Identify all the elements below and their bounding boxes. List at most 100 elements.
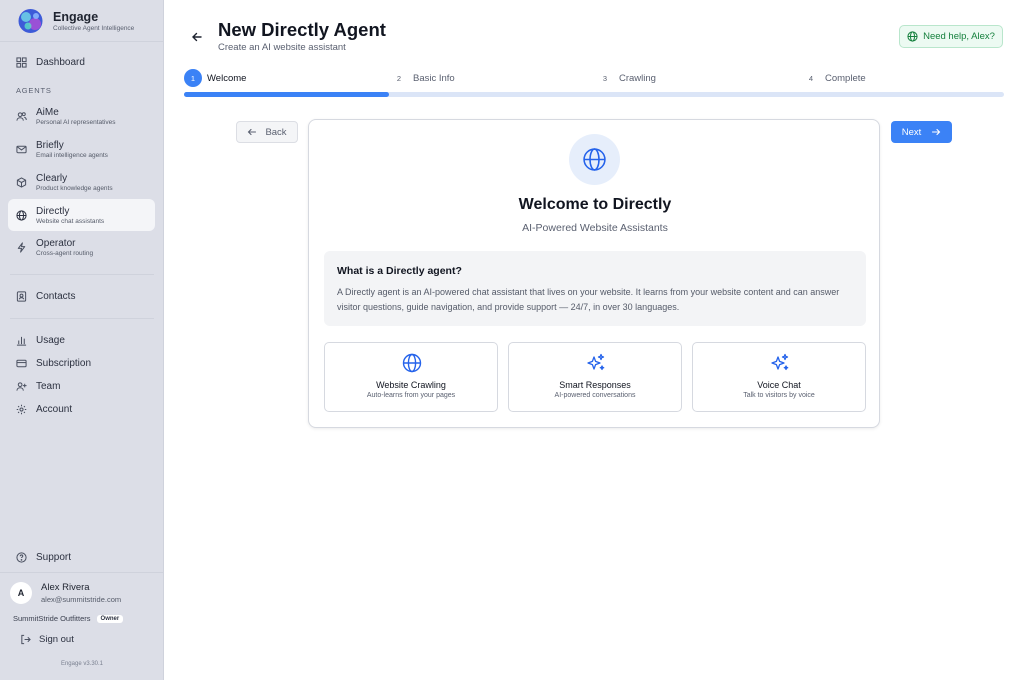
sign-out-button[interactable]: Sign out [20,634,74,645]
sparkles-icon [586,353,606,373]
nav-aime-sub: Personal AI representatives [36,118,116,126]
user-email: alex@summitstride.com [41,595,122,604]
avatar: A [10,582,32,604]
progress-fill [184,92,389,97]
card-subtitle: AI-Powered Website Assistants [522,222,668,234]
divider [0,41,164,42]
globe-icon [16,209,27,221]
org-name: SummitStride Outfitters [13,614,91,623]
brand-tagline: Collective Agent Intelligence [53,25,135,32]
step-number: 3 [602,73,608,83]
globe-icon [907,31,918,42]
feature-sub: Talk to visitors by voice [743,392,815,399]
nav-subscription[interactable]: Subscription [8,355,155,372]
nav-directly-sub: Website chat assistants [36,217,105,225]
help-button[interactable]: Need help, Alex? [899,25,1003,48]
user-name: Alex Rivera [41,582,90,593]
feature-title: Website Crawling [376,380,446,390]
user-plus-icon [16,381,27,392]
nav-directly[interactable]: Directly Website chat assistants [8,199,155,231]
nav-team[interactable]: Team [8,378,155,395]
step-number: 1 [184,69,202,87]
sidebar: Engage Collective Agent Intelligence Das… [0,0,164,680]
nav-dashboard[interactable]: Dashboard [8,54,155,71]
mail-icon [16,144,27,155]
user-profile[interactable]: A Alex Rivera alex@summitstride.com [10,582,121,604]
nav-operator-sub: Cross-agent routing [36,249,94,257]
nav-contacts[interactable]: Contacts [8,288,155,305]
nav-briefly[interactable]: Briefly Email intelligence agents [8,135,155,163]
page-title: New Directly Agent [218,19,386,40]
nav-aime-label: AiMe [36,106,59,118]
step-crawling: 3 Crawling [596,69,656,87]
info-title: What is a Directly agent? [337,265,462,277]
step-label: Complete [825,72,866,84]
step-number: 2 [396,73,402,83]
back-button[interactable]: Back [236,121,298,143]
arrow-left-icon [248,128,257,136]
feature-voice-chat: Voice Chat Talk to visitors by voice [692,342,866,412]
nav-team-label: Team [36,381,61,392]
arrow-right-icon [932,128,941,136]
nav-clearly[interactable]: Clearly Product knowledge agents [8,168,155,196]
feature-title: Smart Responses [559,380,631,390]
divider [10,274,154,275]
role-badge: Owner [96,614,124,623]
box-icon [16,176,27,188]
divider [0,572,164,573]
bar-chart-icon [16,335,27,346]
log-out-icon [20,634,31,645]
credit-card-icon [16,358,27,369]
card-title: Welcome to Directly [518,196,672,213]
contacts-icon [16,291,27,302]
step-basic-info: 2 Basic Info [390,69,455,87]
nav-account[interactable]: Account [8,401,155,418]
nav-aime[interactable]: AiMe Personal AI representatives [8,102,155,130]
feature-website-crawling: Website Crawling Auto-learns from your p… [324,342,498,412]
sparkles-icon [770,353,790,373]
step-number: 4 [808,73,814,83]
nav-support[interactable]: Support [8,549,155,566]
step-label: Crawling [619,72,656,84]
gear-icon [16,404,27,415]
dashboard-icon [16,57,27,68]
step-welcome: 1 Welcome [184,69,246,87]
nav-dashboard-label: Dashboard [36,57,85,68]
info-box: What is a Directly agent? A Directly age… [324,251,866,326]
info-body: A Directly agent is an AI-powered chat a… [337,287,840,312]
brand[interactable]: Engage Collective Agent Intelligence [16,8,134,34]
step-label: Welcome [207,72,247,84]
nav-support-label: Support [36,552,72,563]
nav-operator[interactable]: Operator Cross-agent routing [8,233,155,261]
brand-name: Engage [53,10,99,24]
brand-logo-icon [18,9,43,33]
sign-out-label: Sign out [39,634,74,645]
hero-globe-icon [569,134,620,185]
lightning-icon [16,241,27,253]
nav-clearly-sub: Product knowledge agents [36,184,113,192]
step-label: Basic Info [413,72,455,84]
nav-account-label: Account [36,404,73,415]
header-back-button[interactable] [190,30,204,44]
next-button[interactable]: Next [891,121,952,143]
version-label: Engage v3.30.1 [60,661,104,667]
nav-usage[interactable]: Usage [8,332,155,349]
users-icon [16,111,27,122]
divider [10,318,154,319]
nav-contacts-label: Contacts [36,291,76,302]
welcome-card: Welcome to Directly AI-Powered Website A… [308,119,880,428]
nav-briefly-label: Briefly [36,139,64,151]
help-circle-icon [16,552,27,563]
nav-operator-label: Operator [36,237,76,249]
feature-smart-responses: Smart Responses AI-powered conversations [508,342,682,412]
nav-clearly-label: Clearly [36,172,68,184]
help-label: Need help, Alex? [923,31,995,42]
section-label-agents: AGENTS [16,86,52,95]
feature-sub: AI-powered conversations [554,392,636,399]
feature-sub: Auto-learns from your pages [366,392,456,399]
org-row: SummitStride Outfitters Owner [13,614,124,623]
nav-subscription-label: Subscription [36,358,92,369]
back-button-label: Back [265,126,287,138]
nav-usage-label: Usage [36,335,65,346]
feature-title: Voice Chat [757,380,801,390]
